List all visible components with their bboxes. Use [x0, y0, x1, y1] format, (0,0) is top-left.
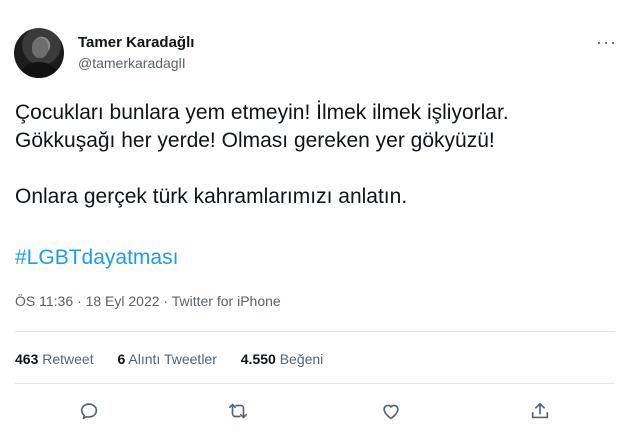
tweet-actions	[0, 396, 640, 426]
quote-stat[interactable]: 6 Alıntı Tweetler	[118, 351, 217, 367]
retweet-stat[interactable]: 463 Retweet	[15, 351, 94, 367]
retweet-icon	[228, 403, 248, 419]
like-button[interactable]	[376, 396, 406, 426]
meta-separator: ·	[73, 293, 86, 309]
divider	[15, 331, 615, 332]
author-display-name[interactable]: Tamer Karadağlı	[78, 34, 194, 51]
tweet-stats: 463 Retweet 6 Alıntı Tweetler 4.550 Beğe…	[15, 351, 343, 367]
avatar-face	[32, 38, 48, 58]
tweet-meta: ÖS 11:36 · 18 Eyl 2022 · Twitter for iPh…	[15, 293, 281, 309]
reply-icon	[80, 403, 98, 420]
like-count: 4.550	[240, 351, 276, 367]
tweet-line: Çocukları bunlara yem etmeyin! İlmek ilm…	[15, 101, 509, 124]
like-stat[interactable]: 4.550 Beğeni	[241, 351, 324, 367]
quote-label: Alıntı Tweetler	[128, 351, 217, 367]
meta-separator: ·	[159, 293, 172, 309]
more-options-button[interactable]: ···	[596, 32, 617, 53]
tweet-time[interactable]: ÖS 11:36	[15, 293, 73, 309]
tweet-line: Gökkuşağı her yerde! Olması gereken yer …	[15, 129, 495, 152]
like-label: Beğeni	[279, 351, 324, 367]
avatar-shoulder	[22, 62, 56, 78]
retweet-count: 463	[15, 351, 39, 367]
heart-icon	[383, 404, 399, 420]
quote-count: 6	[117, 351, 126, 367]
avatar[interactable]	[14, 28, 64, 78]
tweet-source[interactable]: Twitter for iPhone	[172, 293, 281, 309]
reply-button[interactable]	[74, 396, 104, 426]
retweet-label: Retweet	[42, 351, 94, 367]
tweet-text: Çocukları bunlara yem etmeyin! İlmek ilm…	[15, 99, 625, 211]
author-handle[interactable]: @tamerkaradaglI	[78, 55, 186, 71]
tweet-date[interactable]: 18 Eyl 2022	[86, 293, 160, 309]
hashtag-link[interactable]: #LGBTdayatması	[15, 246, 178, 270]
share-icon	[531, 402, 549, 419]
share-button[interactable]	[525, 396, 555, 426]
divider	[15, 383, 615, 384]
retweet-button[interactable]	[223, 396, 253, 426]
tweet-line: Onlara gerçek türk kahramlarımızı anlatı…	[15, 185, 408, 208]
